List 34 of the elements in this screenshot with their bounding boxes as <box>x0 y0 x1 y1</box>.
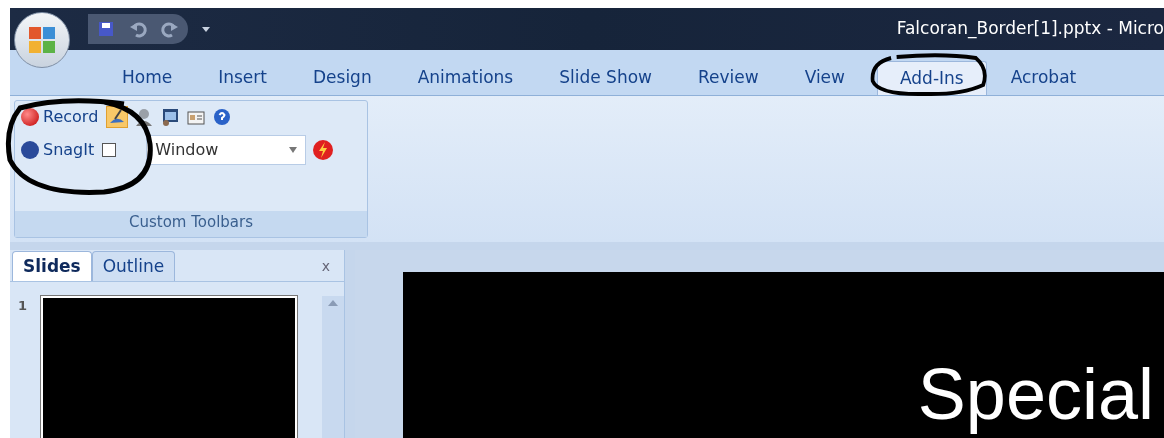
presentation-icon[interactable] <box>160 107 181 127</box>
ribbon-tab[interactable]: View <box>782 61 867 95</box>
lightning-icon[interactable] <box>312 139 335 161</box>
ribbon-tab[interactable]: Insert <box>196 61 289 95</box>
group-label: Custom Toolbars <box>15 211 367 237</box>
scrollbar[interactable] <box>322 296 344 438</box>
ribbon-tab[interactable]: Design <box>290 61 394 95</box>
undo-icon[interactable] <box>128 19 148 39</box>
slide-number: 1 <box>18 297 28 315</box>
person-icon[interactable] <box>134 107 155 127</box>
capture-mode-dropdown[interactable]: Window <box>146 135 307 165</box>
pane-tab[interactable]: Outline <box>91 251 176 281</box>
record-button[interactable]: Record <box>19 105 101 129</box>
ribbon-tab[interactable]: Review <box>675 61 781 95</box>
record-icon <box>21 108 39 126</box>
slide-thumbnail[interactable] <box>41 296 298 438</box>
office-button[interactable] <box>14 12 70 68</box>
dropdown-value: Window <box>155 139 219 161</box>
snagit-icon <box>21 141 39 159</box>
ribbon-tab[interactable]: Home <box>100 61 195 95</box>
office-logo-icon <box>27 25 57 55</box>
close-button[interactable]: x <box>321 256 330 277</box>
redo-icon[interactable] <box>160 19 180 39</box>
pane-tab[interactable]: Slides <box>12 251 92 281</box>
window-title: Falcoran_Border[1].pptx - Micro <box>896 17 1164 41</box>
slide[interactable]: Special <box>403 272 1164 438</box>
snagit-button[interactable]: SnagIt <box>19 138 97 162</box>
ribbon-tab[interactable]: Slide Show <box>537 61 674 95</box>
ribbon-tab[interactable]: Acrobat <box>988 61 1099 95</box>
help-icon[interactable] <box>212 107 233 127</box>
caret-icon <box>289 147 298 153</box>
checkbox[interactable] <box>102 143 117 157</box>
save-icon[interactable] <box>96 19 116 39</box>
ribbon-tab[interactable]: Animations <box>395 61 536 95</box>
